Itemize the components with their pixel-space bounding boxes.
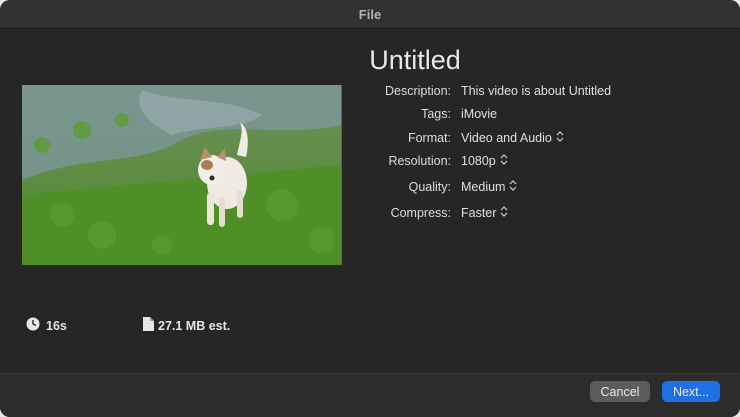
field-label-quality: Quality: xyxy=(408,180,451,194)
format-popup[interactable]: Video and Audio xyxy=(461,131,564,145)
next-button[interactable]: Next... xyxy=(662,381,720,402)
clock-icon xyxy=(26,317,40,334)
up-down-chevron-icon[interactable] xyxy=(500,206,508,220)
description-field[interactable]: This video is about Untitled xyxy=(461,84,611,98)
format-value[interactable]: Video and Audio xyxy=(461,131,552,145)
dialog-footer: Cancel Next... xyxy=(0,373,740,417)
field-row-quality: Quality: Medium xyxy=(0,177,740,197)
field-label-tags: Tags: xyxy=(421,107,451,121)
compress-popup[interactable]: Faster xyxy=(461,206,508,220)
file-size-info: 27.1 MB est. xyxy=(143,317,230,334)
tags-field[interactable]: iMovie xyxy=(461,107,497,121)
up-down-chevron-icon[interactable] xyxy=(509,180,517,194)
duration-value: 16s xyxy=(46,318,67,333)
duration-info: 16s xyxy=(26,317,67,334)
field-row-description: Description: This video is about Untitle… xyxy=(0,81,740,101)
quality-popup[interactable]: Medium xyxy=(461,180,517,194)
field-row-compress: Compress: Faster xyxy=(0,203,740,223)
field-row-format: Format: Video and Audio xyxy=(0,128,740,148)
project-title: Untitled xyxy=(369,45,461,75)
field-label-resolution: Resolution: xyxy=(388,154,451,168)
resolution-value[interactable]: 1080p xyxy=(461,154,496,168)
cancel-button[interactable]: Cancel xyxy=(590,381,650,402)
dialog-content: Untitled Description: This video is abou… xyxy=(0,29,740,373)
title-bar: File xyxy=(0,0,740,29)
quality-value[interactable]: Medium xyxy=(461,180,505,194)
field-label-description: Description: xyxy=(385,84,451,98)
resolution-popup[interactable]: 1080p xyxy=(461,154,508,168)
description-value[interactable]: This video is about Untitled xyxy=(461,84,611,98)
field-label-format: Format: xyxy=(407,131,451,145)
field-row-resolution: Resolution: 1080p xyxy=(0,151,740,171)
tags-value[interactable]: iMovie xyxy=(461,107,497,121)
document-icon xyxy=(143,317,154,334)
field-label-compress: Compress: xyxy=(390,206,451,220)
window-title: File xyxy=(358,6,382,22)
file-size-value: 27.1 MB est. xyxy=(158,318,231,333)
up-down-chevron-icon[interactable] xyxy=(556,131,564,145)
compress-value[interactable]: Faster xyxy=(461,206,496,220)
share-file-dialog: File Untitled Description: This video is… xyxy=(0,0,740,417)
field-row-tags: Tags: iMovie xyxy=(0,104,740,124)
up-down-chevron-icon[interactable] xyxy=(500,154,508,168)
